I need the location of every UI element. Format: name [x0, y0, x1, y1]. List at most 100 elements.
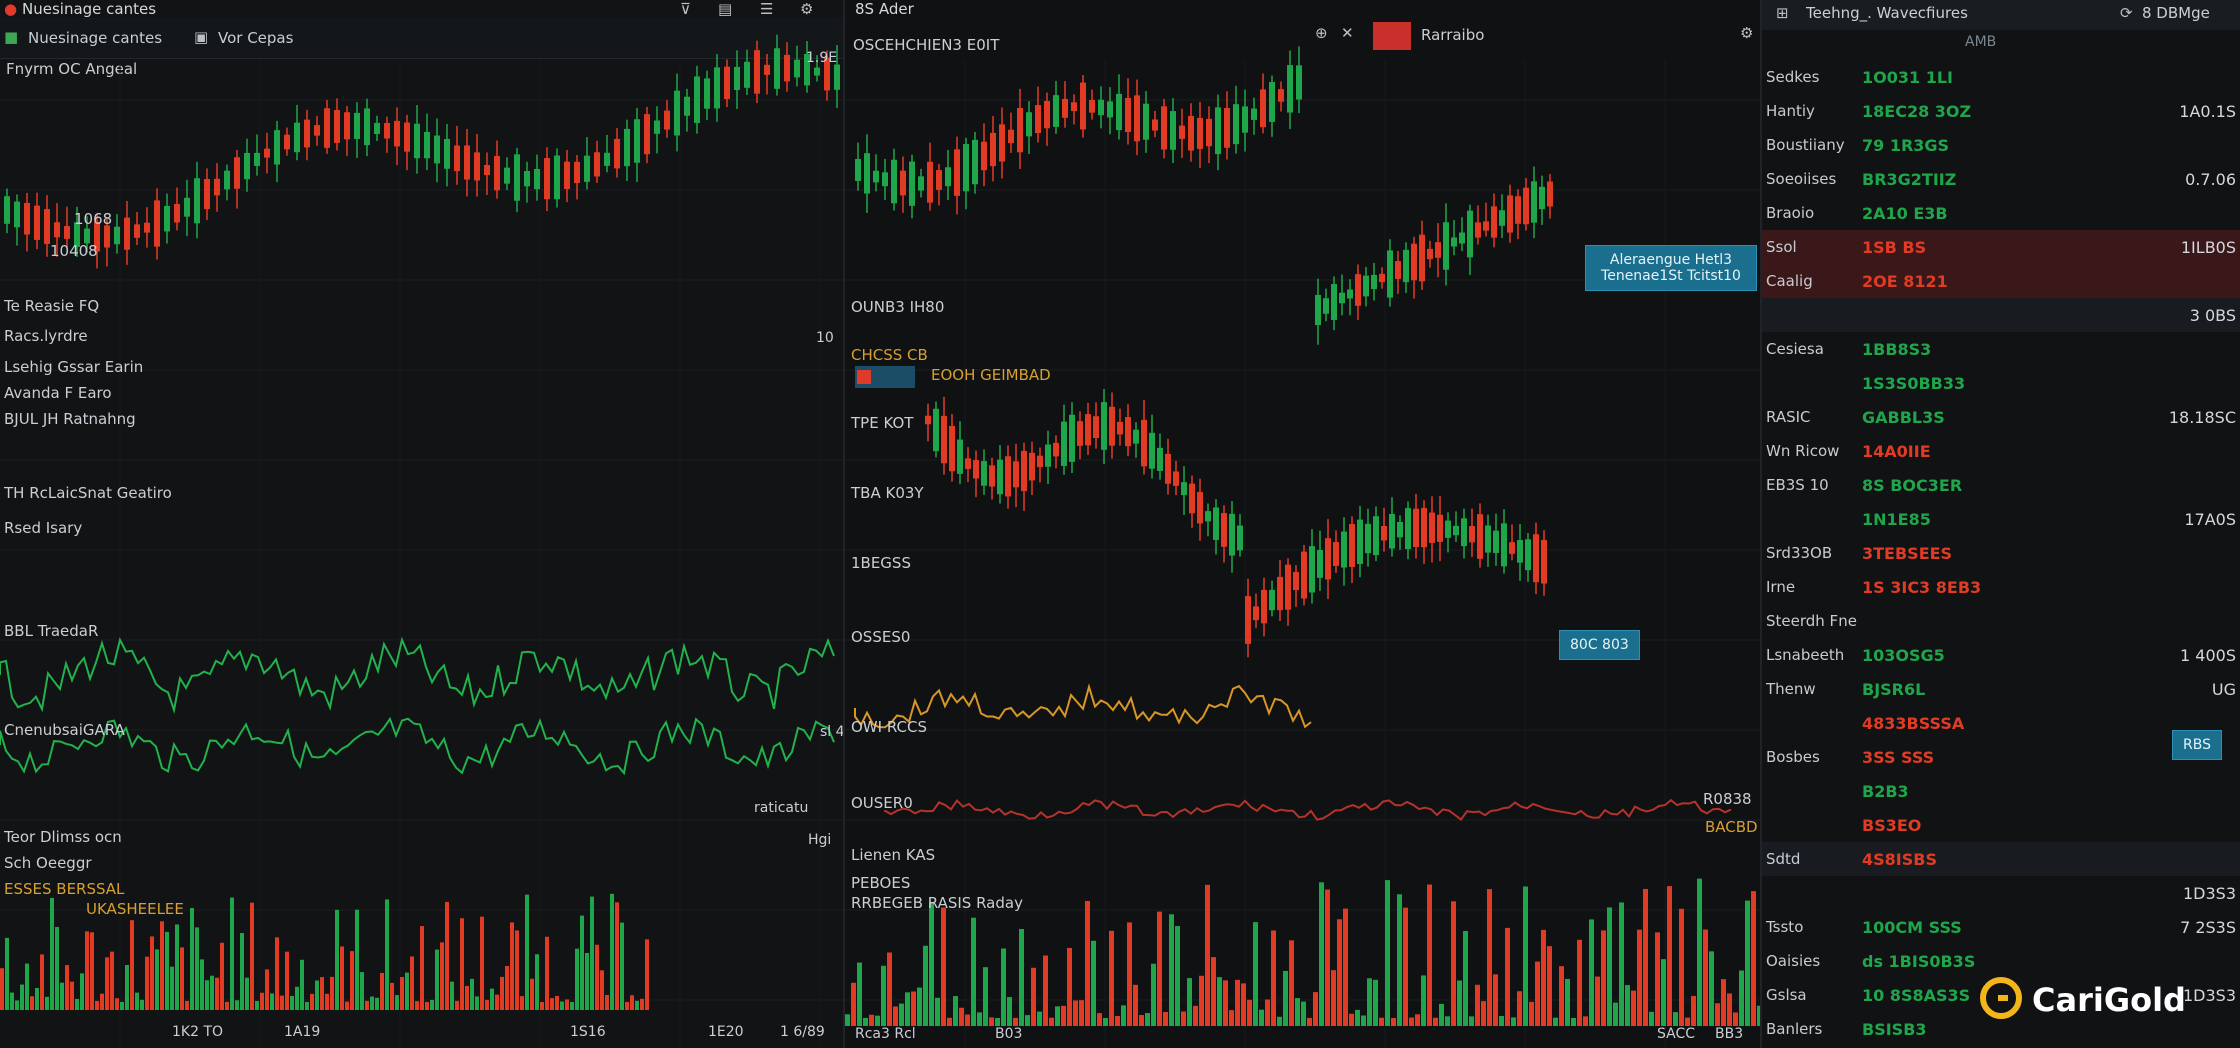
candle-body: [14, 201, 20, 228]
volume-bar: [1595, 976, 1600, 1026]
volume-bar: [225, 1001, 229, 1010]
candle-body: [624, 128, 630, 167]
candle-body: [54, 222, 60, 238]
carigold-logo-icon: [1980, 977, 2022, 1019]
candle-body: [604, 152, 610, 166]
candle-body: [1315, 294, 1321, 326]
watchlist-row[interactable]: Soeoiises BR3G2TIIZ 0.7.06: [1762, 162, 2240, 196]
candle-body: [444, 138, 450, 169]
candle-body: [1413, 508, 1419, 547]
axis-label: 10: [816, 330, 834, 346]
row-extra: 1ILB0S: [2180, 238, 2236, 257]
watchlist-row[interactable]: Wn Ricow 14A0IIE: [1762, 434, 2240, 468]
watchlist-row[interactable]: Sdtd 4S8ISBS: [1762, 842, 2240, 876]
oscillator-label: BBL TraedaR: [4, 622, 99, 640]
row-name: Caalig: [1766, 272, 1813, 290]
candle-body: [945, 167, 951, 187]
watchlist-row[interactable]: Cesiesa 1BB8S3: [1762, 332, 2240, 366]
volume-bar: [1643, 888, 1648, 1026]
volume-bar: [640, 998, 644, 1010]
watchlist-row[interactable]: Bosbes 3SS SSS: [1762, 740, 2240, 774]
volume-bar: [1199, 975, 1204, 1026]
volume-bar: [1115, 1016, 1120, 1026]
candle-body: [1278, 89, 1284, 102]
candle-body: [1029, 452, 1035, 481]
row-extra: 7 2S3S: [2180, 918, 2236, 937]
watchlist-row[interactable]: Oaisies ds 1BIS0B3S: [1762, 944, 2240, 978]
volume-bar: [240, 933, 244, 1010]
volume-bar: [1367, 978, 1372, 1026]
candle-body: [1071, 102, 1077, 112]
volume-bar: [170, 966, 174, 1010]
watchlist-row[interactable]: Sedkes 1O031 1LI: [1762, 60, 2240, 94]
row-name: Oaisies: [1766, 952, 1821, 970]
candle-body: [794, 59, 800, 78]
volume-bar: [1601, 930, 1606, 1026]
price-label: OSSES0: [851, 628, 911, 646]
volume-bar: [1379, 1017, 1384, 1026]
watchlist-row[interactable]: Steerdh Fne: [1762, 604, 2240, 638]
watchlist-row[interactable]: BS3EO: [1762, 808, 2240, 842]
indicator-label: Avanda F Earo: [4, 384, 112, 402]
volume-bar: [1109, 930, 1114, 1026]
watchlist-row[interactable]: Lsnabeeth 103OSG5 1 400S: [1762, 638, 2240, 672]
watchlist-row[interactable]: EB3S 10 8S BOC3ER: [1762, 468, 2240, 502]
volume-bar: [1277, 1016, 1282, 1026]
volume-bar: [455, 1000, 459, 1010]
candle-body: [1233, 104, 1239, 145]
grid-icon[interactable]: ⊞: [1776, 4, 1789, 22]
row-value: 1N1E85: [1862, 510, 1931, 529]
watchlist-row[interactable]: 3 0BS: [1762, 298, 2240, 332]
volume-bar: [425, 1001, 429, 1010]
candle-body: [674, 90, 680, 136]
volume-bar: [1259, 1009, 1264, 1026]
candle-body: [1089, 99, 1095, 113]
volume-bar: [645, 939, 649, 1010]
watchlist-row[interactable]: 1S3S0BB33: [1762, 366, 2240, 400]
side-tag: RBS: [2172, 730, 2222, 760]
candle-body: [434, 135, 440, 164]
watchlist-row[interactable]: Ssol 1SB BS 1ILB0S: [1762, 230, 2240, 264]
volume-bar: [295, 986, 299, 1010]
watchlist-row[interactable]: Braoio 2A10 E3B: [1762, 196, 2240, 230]
volume-bar: [450, 981, 454, 1010]
volume-bar: [1103, 1017, 1108, 1026]
axis-label: R0838: [1703, 790, 1752, 808]
candle-body: [394, 120, 400, 147]
row-value: BS3EO: [1862, 816, 1922, 835]
candle-body: [814, 67, 820, 76]
volume-bar: [1373, 979, 1378, 1026]
watchlist-row[interactable]: Caalig 2OE 8121: [1762, 264, 2240, 298]
candle-body: [664, 110, 670, 130]
volume-bar: [275, 937, 279, 1010]
candle-body: [1339, 292, 1345, 304]
volume-bar: [1721, 979, 1726, 1026]
time-axis-label: 1S16: [570, 1024, 606, 1040]
volume-bar: [365, 1000, 369, 1010]
watchlist-row[interactable]: Irne 1S 3IC3 8EB3: [1762, 570, 2240, 604]
watchlist-row[interactable]: Boustiiany 79 1R3GS: [1762, 128, 2240, 162]
volume-bar: [1397, 894, 1402, 1026]
watchlist-row[interactable]: 1D3S3: [1762, 876, 2240, 910]
watchlist-row[interactable]: Tssto 100CM SSS 7 2S3S: [1762, 910, 2240, 944]
watchlist-row[interactable]: 4833BSSSA: [1762, 706, 2240, 740]
watchlist-row[interactable]: Thenw BJSR6L UG: [1762, 672, 2240, 706]
candle-body: [704, 78, 710, 109]
watchlist-row[interactable]: Srd33OB 3TEBSEES: [1762, 536, 2240, 570]
volume-bar: [1511, 1017, 1516, 1026]
refresh-icon[interactable]: ⟳: [2120, 4, 2133, 22]
volume-bar: [1073, 1000, 1078, 1026]
row-name: Thenw: [1766, 680, 1816, 698]
volume-label: Lienen KAS: [851, 846, 936, 864]
volume-label: PEBOES: [851, 874, 911, 892]
candle-body: [981, 141, 987, 171]
price-label: TBA K03Y: [851, 484, 924, 502]
volume-bar: [1475, 984, 1480, 1026]
watchlist-row[interactable]: RASIC GABBL3S 18.18SC: [1762, 400, 2240, 434]
watchlist-row[interactable]: Hantiy 18EC28 3OZ 1A0.1S: [1762, 94, 2240, 128]
watchlist-row[interactable]: B2B3: [1762, 774, 2240, 808]
volume-bar: [1583, 1016, 1588, 1026]
candle-body: [1451, 237, 1457, 247]
watchlist-row[interactable]: 1N1E85 17A0S: [1762, 502, 2240, 536]
row-extra: UG: [2211, 680, 2236, 699]
